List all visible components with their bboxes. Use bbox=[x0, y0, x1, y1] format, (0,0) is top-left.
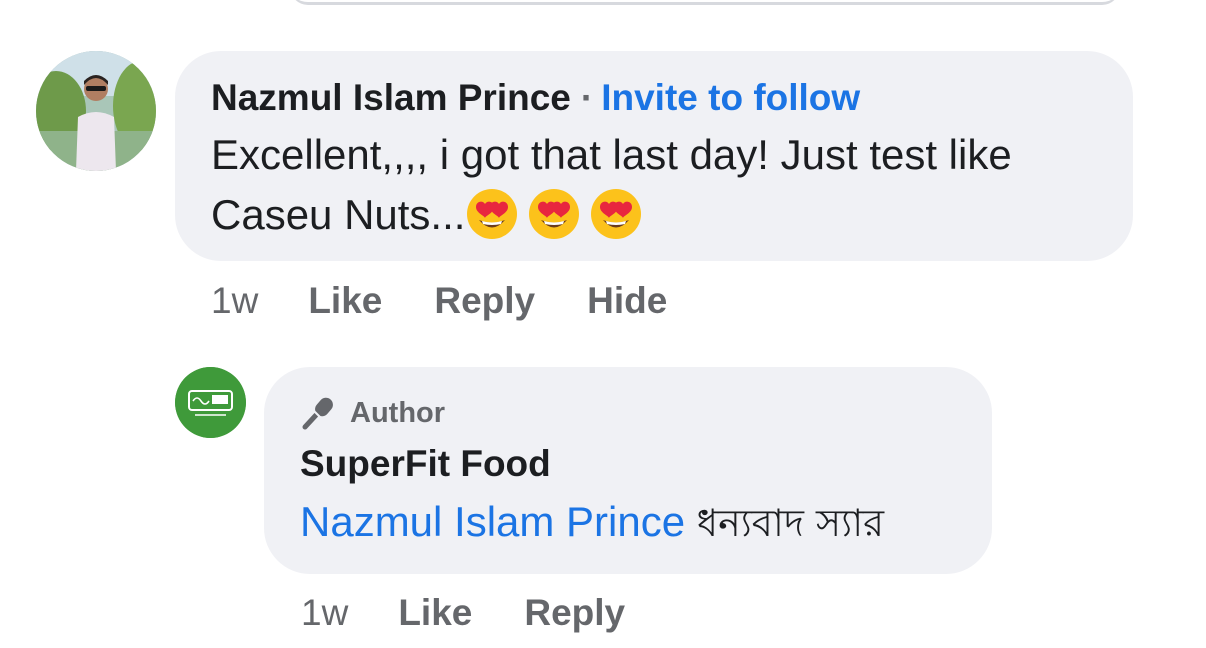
like-button[interactable]: Like bbox=[398, 592, 472, 634]
comment-author-name[interactable]: Nazmul Islam Prince bbox=[211, 77, 571, 118]
microphone-icon bbox=[302, 397, 333, 430]
reply-button[interactable]: Reply bbox=[434, 280, 535, 322]
page-avatar[interactable] bbox=[175, 367, 246, 438]
hide-button[interactable]: Hide bbox=[587, 280, 667, 322]
comment-bubble: Nazmul Islam Prince · Invite to follow Exc… bbox=[175, 51, 1133, 261]
like-button[interactable]: Like bbox=[308, 280, 382, 322]
heart-eyes-emoji-icon bbox=[591, 189, 642, 239]
comments-thread: Nazmul Islam Prince · Invite to follow Exc… bbox=[0, 0, 1206, 648]
mention-link[interactable]: Nazmul Islam Prince bbox=[300, 498, 685, 545]
invite-to-follow-link[interactable]: Invite to follow bbox=[601, 77, 860, 118]
comment-actions: 1w Like Reply Hide bbox=[211, 278, 719, 324]
comment-timestamp[interactable]: 1w bbox=[211, 280, 258, 322]
previous-comment-bubble-edge bbox=[290, 0, 1120, 5]
reply-bubble: Author SuperFit Food Nazmul Islam Prince… bbox=[264, 367, 992, 574]
author-badge-label: Author bbox=[350, 396, 446, 429]
author-badge: Author bbox=[300, 393, 956, 433]
reply-author-name[interactable]: SuperFit Food bbox=[300, 439, 956, 489]
heart-eyes-emoji-icon bbox=[529, 189, 580, 239]
reply-actions: 1w Like Reply bbox=[301, 590, 677, 636]
avatar[interactable] bbox=[36, 51, 156, 171]
reply-text: Nazmul Islam Prince ধন্যবাদ স্যার bbox=[300, 491, 956, 554]
separator-dot: · bbox=[580, 77, 594, 118]
reply-body: ধন্যবাদ স্যার bbox=[696, 501, 885, 545]
heart-eyes-emoji-icon bbox=[467, 189, 518, 239]
reply-button[interactable]: Reply bbox=[524, 592, 625, 634]
emoji-group bbox=[465, 189, 651, 239]
comment-text: Excellent,,,, i got that last day! Just … bbox=[211, 125, 1111, 245]
reply-timestamp[interactable]: 1w bbox=[301, 592, 348, 634]
